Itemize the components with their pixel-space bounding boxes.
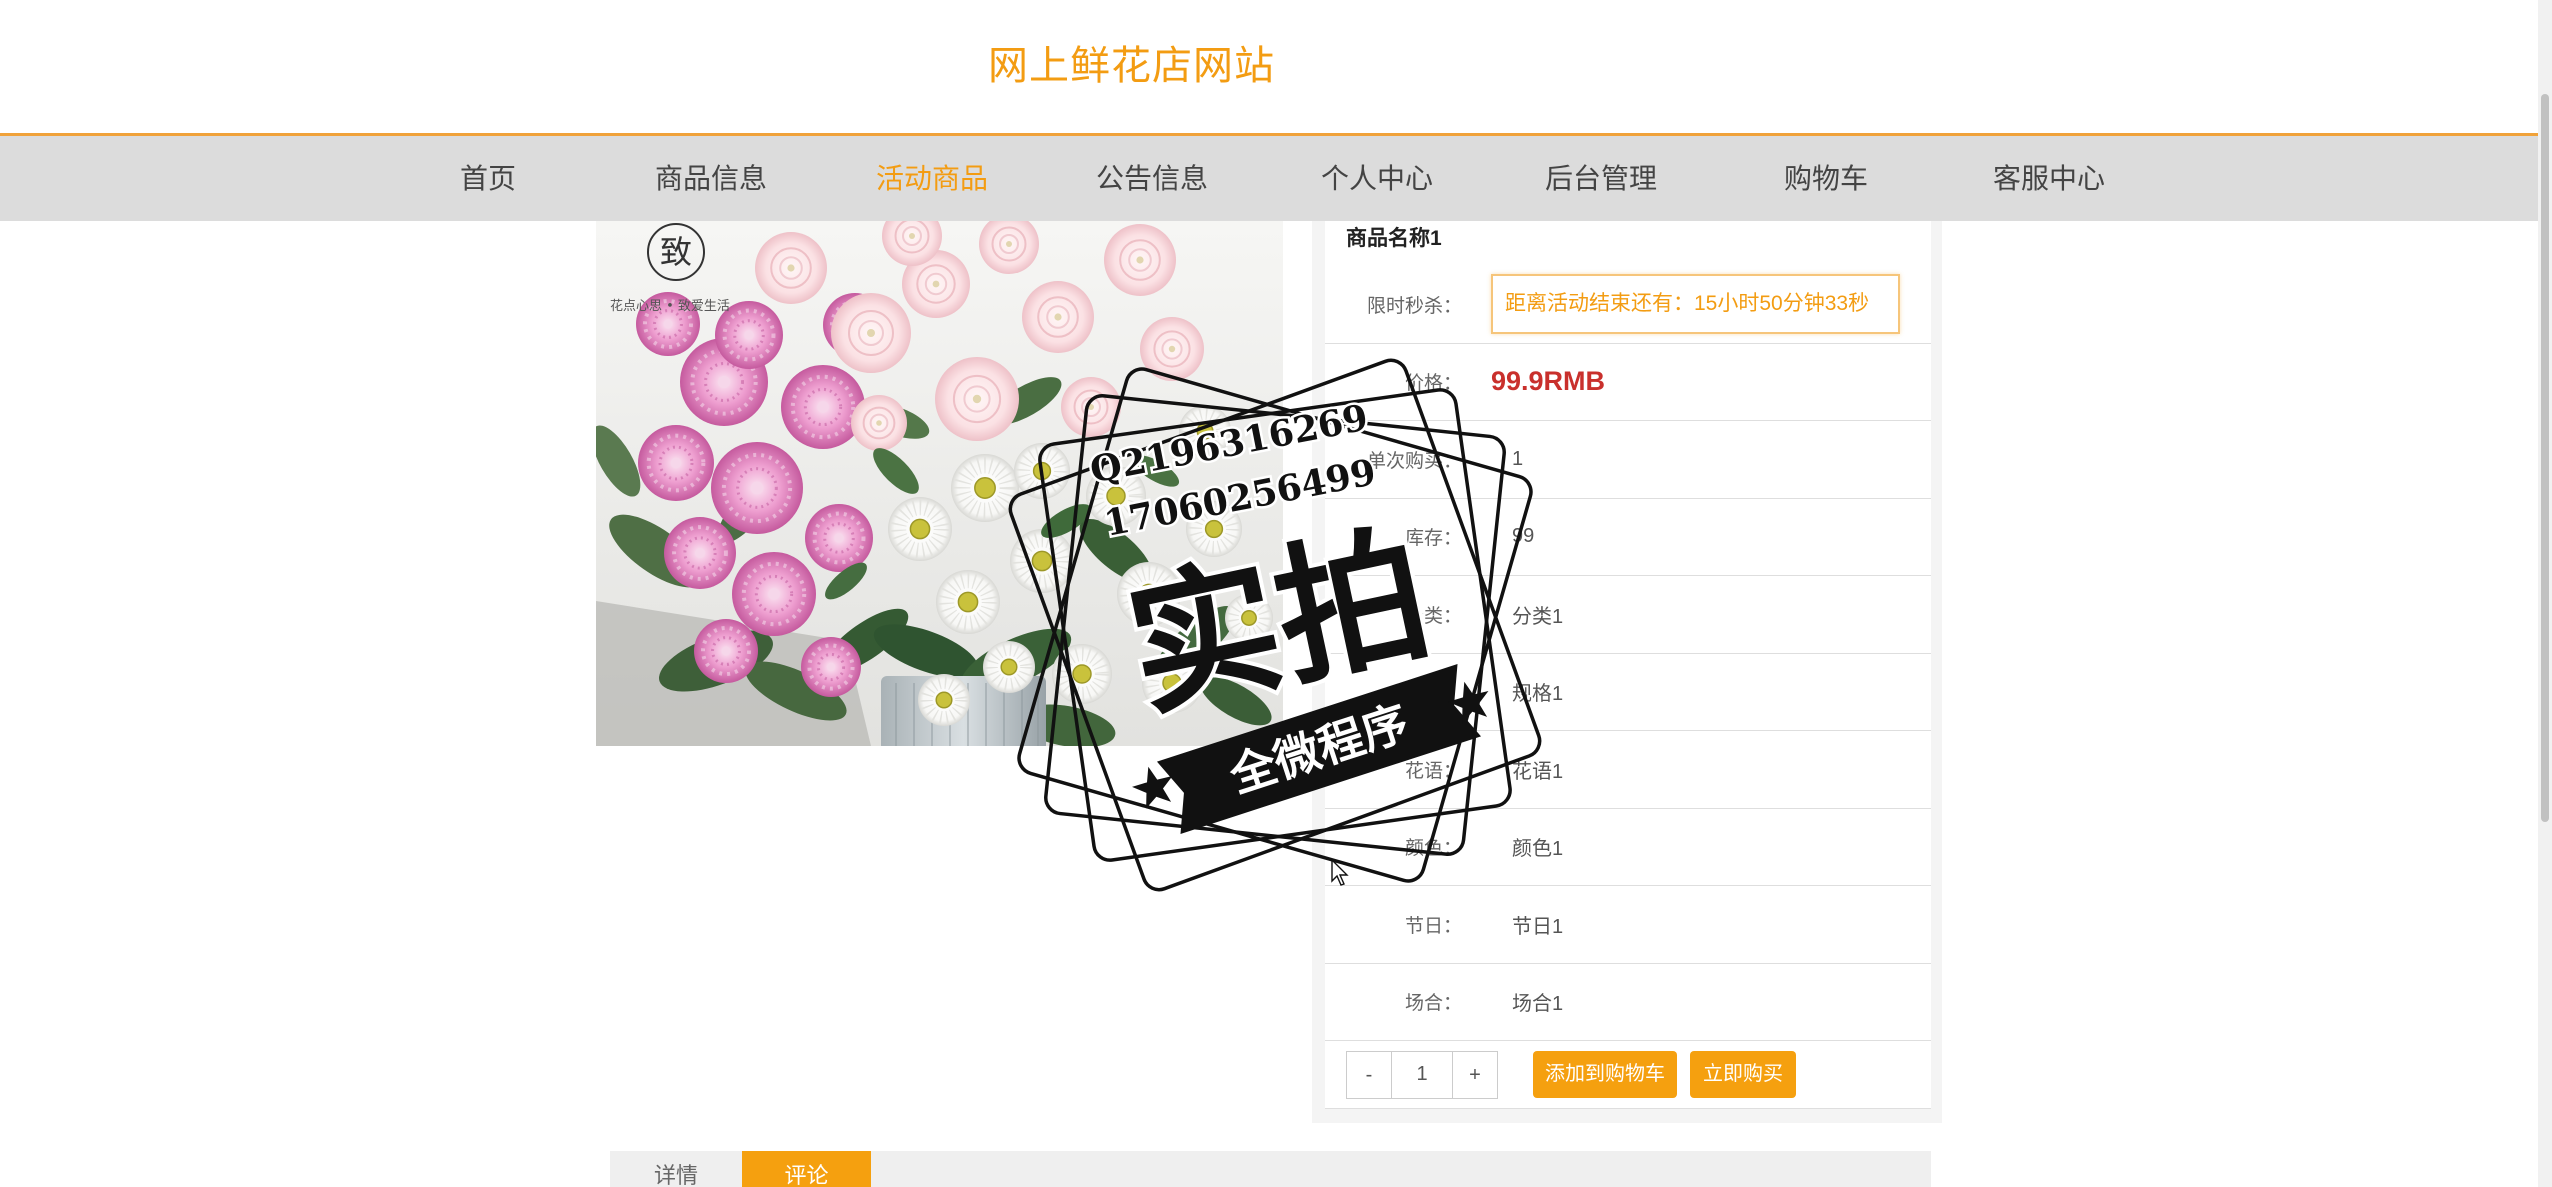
- price-label: 价格：: [1404, 373, 1462, 395]
- attr-value: 99: [1512, 525, 1535, 548]
- quantity-increase-button[interactable]: +: [1452, 1050, 1498, 1099]
- price-value: 99.9RMB: [1491, 366, 1606, 397]
- photo-flower-center: [1136, 256, 1144, 264]
- attr-label: 单次购买：: [1366, 450, 1462, 472]
- attr-value: 节日1: [1512, 915, 1564, 938]
- quantity-input[interactable]: [1392, 1050, 1452, 1099]
- photo-flower-center: [817, 401, 829, 413]
- nav-item-admin[interactable]: 后台管理: [1489, 136, 1713, 221]
- photo-flower-center: [972, 394, 982, 404]
- photo-flower-center: [909, 233, 915, 239]
- photo-flower-center: [1072, 664, 1092, 684]
- photo-flower-center: [1106, 486, 1126, 506]
- photo-flower-center: [935, 691, 953, 709]
- attr-value: 花语1: [1512, 760, 1564, 783]
- product-info-card: 商品名称1 限时秒杀： 距离活动结束还有：15小时50分钟33秒 价格： 99.…: [1325, 221, 1931, 1109]
- photo-flower-center: [768, 588, 780, 600]
- price-row: 价格： 99.9RMB: [1325, 344, 1931, 421]
- nav-item-announcements[interactable]: 公告信息: [1040, 136, 1264, 221]
- tab-comments[interactable]: 评论: [742, 1151, 871, 1187]
- photo-flower-center: [694, 547, 706, 559]
- flash-sale-label: 限时秒杀：: [1366, 295, 1462, 317]
- attr-row-stock: 库存： 99: [1325, 499, 1931, 576]
- add-to-cart-button[interactable]: 添加到购物车: [1533, 1051, 1677, 1098]
- countdown-box: 距离活动结束还有：15小时50分钟33秒: [1491, 274, 1900, 335]
- attr-row-festival: 节日： 节日1: [1325, 886, 1931, 964]
- detail-tabs: 详情 评论: [610, 1151, 1931, 1187]
- nav-item-home[interactable]: 首页: [376, 136, 600, 221]
- attr-label: 场合：: [1404, 993, 1462, 1015]
- photo-flower-center: [670, 457, 682, 469]
- photo-flower-center: [721, 646, 731, 656]
- photo-flower-center: [932, 280, 940, 288]
- photo-flower-center: [1000, 658, 1018, 676]
- nav-item-promotions[interactable]: 活动商品: [820, 136, 1044, 221]
- attr-row-category: 分类： 分类1: [1325, 576, 1931, 654]
- quantity-decrease-button[interactable]: -: [1346, 1050, 1392, 1099]
- attr-row-flower-language: 花语： 花语1: [1325, 731, 1931, 809]
- photo-flower-center: [1054, 313, 1062, 321]
- nav-item-cart[interactable]: 购物车: [1714, 136, 1938, 221]
- photo-flower-center: [1006, 241, 1012, 247]
- product-attributes: 限时秒杀： 距离活动结束还有：15小时50分钟33秒 价格： 99.9RMB 单…: [1325, 266, 1931, 1109]
- attr-row-per-purchase: 单次购买： 1: [1325, 421, 1931, 499]
- product-info-panel: 商品名称1 限时秒杀： 距离活动结束还有：15小时50分钟33秒 价格： 99.…: [1312, 221, 1942, 1123]
- photo-flower-center: [1032, 461, 1052, 481]
- buy-now-button[interactable]: 立即购买: [1690, 1051, 1796, 1098]
- attr-label: 节日：: [1404, 915, 1462, 937]
- attr-row-color: 颜色： 颜色1: [1325, 809, 1931, 886]
- attr-value: 场合1: [1512, 993, 1564, 1016]
- attr-value: 分类1: [1512, 605, 1564, 628]
- photo-flower-center: [1168, 345, 1176, 353]
- attr-label: 花语：: [1404, 760, 1462, 782]
- flash-sale-row: 限时秒杀： 距离活动结束还有：15小时50分钟33秒: [1325, 266, 1931, 344]
- photo-flower-center: [1196, 422, 1214, 440]
- photo-flower-center: [876, 420, 882, 426]
- tab-details[interactable]: 详情: [610, 1151, 742, 1187]
- attr-row-spec: 规格： 规格1: [1325, 654, 1931, 731]
- photo-flower-center: [787, 264, 795, 272]
- photo-flower-center: [909, 518, 931, 540]
- site-header: 网上鲜花店网站: [0, 0, 2538, 136]
- nav-item-customer-service[interactable]: 客服中心: [1937, 136, 2161, 221]
- attr-value: 颜色1: [1512, 838, 1564, 861]
- flash-sale-value: 距离活动结束还有：15小时50分钟33秒: [1491, 274, 1900, 335]
- photo-flower-center: [1204, 519, 1224, 539]
- nav-item-products[interactable]: 商品信息: [599, 136, 823, 221]
- attr-value: 1: [1512, 447, 1524, 470]
- photo-flower-center: [826, 662, 836, 672]
- photo-flower-center: [1031, 550, 1053, 572]
- product-image[interactable]: 致 花点心思 • 致爱生活: [596, 221, 1283, 746]
- nav-item-profile[interactable]: 个人中心: [1265, 136, 1489, 221]
- photo-flower-center: [834, 533, 844, 543]
- brand-logo: 致: [647, 223, 705, 281]
- attr-label: 库存：: [1404, 528, 1462, 550]
- photo-flower-center: [744, 330, 754, 340]
- attr-label: 颜色：: [1404, 838, 1462, 860]
- photo-flower-center: [1088, 404, 1094, 410]
- photo-flower-center: [1162, 673, 1182, 693]
- attr-label: 规格：: [1404, 683, 1462, 705]
- photo-flower-center: [663, 319, 673, 329]
- scrollbar-thumb[interactable]: [2541, 94, 2549, 822]
- page-scrollbar[interactable]: [2538, 0, 2552, 1187]
- attr-value: 规格1: [1512, 683, 1564, 706]
- photo-flower-center: [867, 329, 875, 337]
- photo-flower-center: [1138, 583, 1160, 605]
- site-title[interactable]: 网上鲜花店网站: [988, 44, 1275, 88]
- star-icon: [1132, 766, 1173, 809]
- photo-flower-center: [750, 481, 764, 495]
- main-nav: 首页 商品信息 活动商品 公告信息 个人中心 后台管理 购物车 客服中心: [0, 136, 2538, 221]
- product-name: 商品名称1: [1346, 227, 1442, 250]
- attr-row-occasion: 场合： 场合1: [1325, 964, 1931, 1041]
- attr-label: 分类：: [1404, 605, 1462, 627]
- purchase-row: - + 添加到购物车 立即购买: [1325, 1041, 1931, 1109]
- brand-slogan: 花点心思 • 致爱生活: [610, 299, 730, 314]
- photo-flower-center: [974, 477, 996, 499]
- photo-flower-center: [717, 375, 731, 389]
- photo-flower-center: [1241, 610, 1257, 626]
- photo-flower-center: [957, 591, 979, 613]
